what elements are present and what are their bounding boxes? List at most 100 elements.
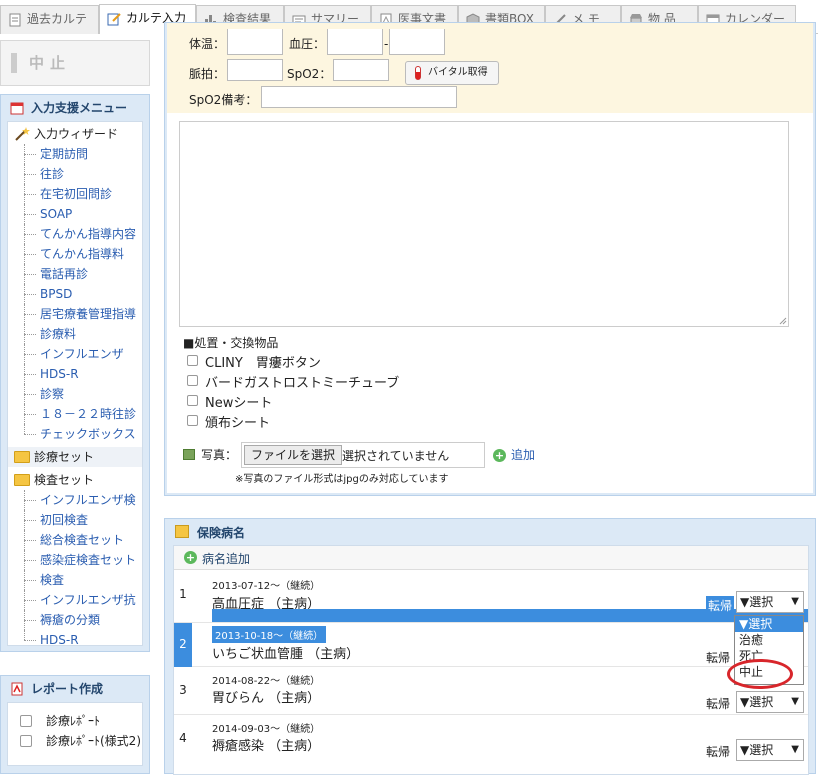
insurance-panel: 保険病名 + 病名追加 1 2013-07-12～（継続） 高血圧症 （主病） … [164, 518, 816, 775]
report-checkbox[interactable] [20, 715, 32, 727]
exam-item[interactable]: インフルエンザ抗 [8, 590, 142, 610]
record-textarea[interactable] [179, 121, 789, 327]
spo2-label: SpO2： [287, 67, 332, 81]
add-icon[interactable]: + [493, 449, 506, 462]
highlight-circle [727, 659, 793, 689]
wizard-item[interactable]: 定期訪問 [8, 144, 142, 164]
cancel-button[interactable]: 中止 [0, 40, 150, 86]
bp-high-input[interactable] [327, 29, 383, 55]
table-row[interactable]: 2 2013-10-18～（継続） いちご状血管腫 （主病） 転帰 [174, 623, 808, 667]
edit-icon [107, 13, 121, 26]
photo-label: 写真： [201, 448, 238, 462]
report-checkbox[interactable] [20, 735, 32, 747]
outcome-label: 転帰 [706, 745, 731, 759]
outcome-select[interactable]: ▼選択 ▼ [736, 691, 804, 713]
row-number: 2 [179, 637, 187, 651]
procedure-item: CLINY 胃瘻ボタン [205, 356, 321, 371]
wizard-item[interactable]: てんかん指導内容 [8, 224, 142, 244]
temp-label: 体温： [189, 37, 226, 51]
edit-icon [175, 525, 189, 538]
spo2-note-label: SpO2備考： [189, 93, 258, 107]
wizard-root[interactable]: 入力ウィザード [8, 124, 142, 144]
spo2-note-input[interactable] [261, 86, 457, 108]
pulse-input[interactable] [227, 59, 283, 81]
wizard-item[interactable]: 診療料 [8, 324, 142, 344]
pulse-label: 脈拍： [189, 67, 226, 81]
wizard-item[interactable]: チェックボックス [8, 424, 142, 444]
bp-label: 血圧： [289, 37, 326, 51]
treatment-set-root[interactable]: 診療セット [8, 447, 142, 467]
exam-item[interactable]: 総合検査セット [8, 530, 142, 550]
report-item-2[interactable]: 診療ﾚﾎﾟｰﾄ(様式2) [8, 731, 142, 751]
wizard-item[interactable]: 在宅初回問診 [8, 184, 142, 204]
vital-fetch-button[interactable]: バイタル取得 [405, 61, 499, 85]
procedures-title: ■処置・交換物品 [183, 336, 279, 350]
dropdown-option[interactable]: 治癒 [735, 632, 803, 648]
row-date: 2013-10-18～（継続） [212, 626, 327, 643]
row-disease-name: 胃びらん （主病） [212, 691, 321, 706]
file-select-button[interactable]: ファイルを選択 [244, 445, 343, 465]
exam-item[interactable]: 褥瘡の分類 [8, 610, 142, 630]
table-row[interactable]: 3 2014-08-22～（継続） 胃びらん （主病） 転帰 ▼選択 ▼ [174, 667, 808, 715]
temp-input[interactable] [227, 29, 283, 55]
row-date: 2014-08-22～（継続） [212, 676, 321, 687]
row-disease-name: いちご状血管腫 （主病） [212, 647, 360, 662]
pdf-icon [11, 682, 23, 696]
report-item-1[interactable]: 診療ﾚﾎﾟｰﾄ [8, 711, 142, 731]
report-list: 診療ﾚﾎﾟｰﾄ 診療ﾚﾎﾟｰﾄ(様式2) [7, 702, 143, 766]
outcome-label: 転帰 [706, 651, 731, 665]
tab-past-records[interactable]: 過去カルテ [0, 5, 99, 34]
resize-handle-icon[interactable] [779, 317, 787, 325]
wizard-item[interactable]: 診察 [8, 384, 142, 404]
file-status: 選択されていません [342, 449, 450, 463]
spo2-input[interactable] [333, 59, 389, 81]
outcome-select[interactable]: ▼選択 ▼ [736, 739, 804, 761]
wizard-item[interactable]: 電話再診 [8, 264, 142, 284]
disease-add-link[interactable]: 病名追加 [202, 550, 250, 567]
photo-add-link[interactable]: 追加 [511, 446, 535, 463]
folder-icon [14, 474, 30, 486]
report-panel: レポート作成 診療ﾚﾎﾟｰﾄ 診療ﾚﾎﾟｰﾄ(様式2) [0, 675, 150, 774]
wizard-item[interactable]: 居宅療養管理指導 [8, 304, 142, 324]
procedure-checkbox[interactable] [187, 375, 198, 386]
dropdown-option[interactable]: ▼選択 [735, 616, 803, 632]
wizard-item[interactable]: インフルエンザ [8, 344, 142, 364]
wizard-item[interactable]: HDS-R [8, 364, 142, 384]
add-icon[interactable]: + [184, 551, 197, 564]
calendar-icon [10, 102, 24, 115]
outcome-label: 転帰 [706, 596, 735, 615]
document-icon [9, 13, 21, 27]
exam-item[interactable]: 初回検査 [8, 510, 142, 530]
input-support-header: 入力支援メニュー [1, 95, 149, 121]
procedure-checkbox[interactable] [187, 395, 198, 406]
exam-item[interactable]: 検査 [8, 570, 142, 590]
file-input[interactable]: ファイルを選択 選択されていません [241, 442, 485, 468]
table-row[interactable]: 1 2013-07-12～（継続） 高血圧症 （主病） 転帰 ▼選択 ▼ [174, 571, 808, 623]
record-input-panel: 体温： 血圧： - 脈拍： SpO2： バイタル取得 SpO2備考： ■処置・交… [164, 22, 816, 496]
exam-item[interactable]: インフルエンザ検 [8, 490, 142, 510]
wizard-item[interactable]: SOAP [8, 204, 142, 224]
procedure-checkbox[interactable] [187, 355, 198, 366]
row-number: 3 [179, 683, 187, 697]
procedure-checkbox[interactable] [187, 415, 198, 426]
row-date: 2014-09-03～（継続） [212, 724, 321, 735]
insurance-body: + 病名追加 1 2013-07-12～（継続） 高血圧症 （主病） 転帰 ▼選… [173, 545, 809, 775]
exam-set-root[interactable]: 検査セット [8, 470, 142, 490]
record-body: ■処置・交換物品 CLINY 胃瘻ボタン バードガストロストミーチューブ New… [167, 113, 813, 493]
exam-item[interactable]: HDS-R [8, 630, 142, 650]
outcome-select[interactable]: ▼選択 ▼ [736, 591, 804, 613]
wizard-item[interactable]: 往診 [8, 164, 142, 184]
input-support-panel: 入力支援メニュー 入力ウィザード 定期訪問 往診 在宅初回問診 SOAP てんか… [0, 94, 150, 652]
row-disease-name: 褥瘡感染 （主病） [212, 739, 321, 754]
wizard-item[interactable]: てんかん指導料 [8, 244, 142, 264]
exam-item[interactable]: 感染症検査セット [8, 550, 142, 570]
row-date: 2013-07-12～（継続） [212, 581, 321, 592]
bp-low-input[interactable] [389, 29, 445, 55]
insurance-title: 保険病名 [197, 526, 246, 540]
wizard-item[interactable]: １８－２２時往診 [8, 404, 142, 424]
wizard-item[interactable]: BPSD [8, 284, 142, 304]
table-row[interactable]: 4 2014-09-03～（継続） 褥瘡感染 （主病） 転帰 ▼選択 ▼ [174, 715, 808, 767]
folder-icon [14, 451, 30, 463]
wand-icon [15, 127, 30, 141]
thermometer-icon [415, 66, 421, 80]
